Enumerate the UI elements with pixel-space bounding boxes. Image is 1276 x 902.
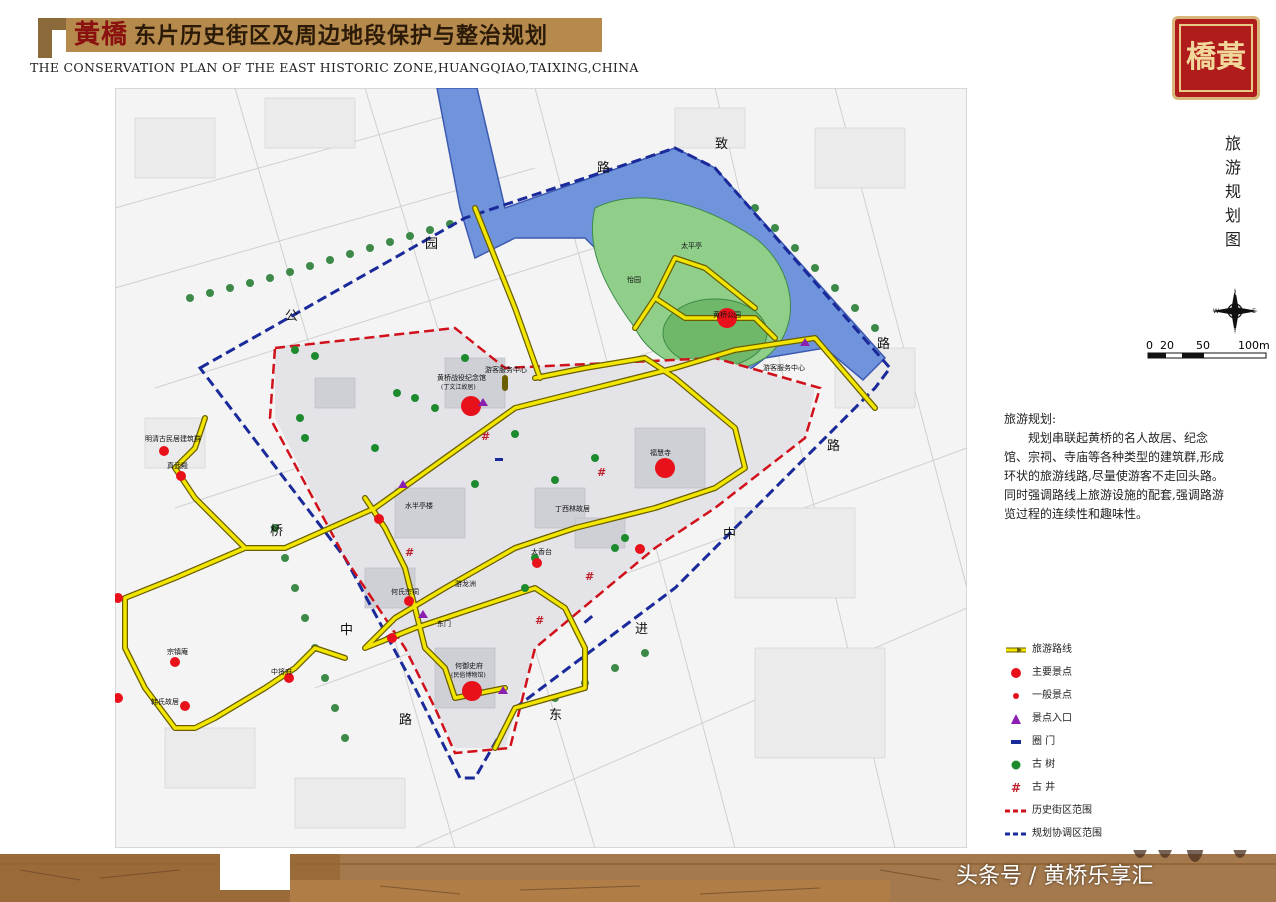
compass-n: N	[1233, 290, 1238, 297]
svg-text:#: #	[585, 570, 594, 583]
page-title: 黃橋 东片历史街区及周边地段保护与整治规划	[74, 18, 548, 52]
label-taiqiting: 太香台	[531, 547, 552, 556]
legend-label-coord: 规划协调区范围	[1032, 828, 1102, 839]
legend-item-gate: 圈 门	[1004, 732, 1102, 752]
road-label-lu-3: 路	[877, 336, 890, 352]
legend-label-entrance: 景点入口	[1032, 713, 1072, 724]
label-dingxijiang: 丁西林故居	[555, 504, 590, 513]
scale-label-100: 100m	[1238, 339, 1270, 352]
legend-item-entrance: 景点入口	[1004, 709, 1102, 729]
compass-e: E	[1252, 308, 1256, 315]
label-hejuhouse-sub: (民俗博物馆)	[451, 671, 486, 679]
watermark-text: 头条号 / 黄桥乐享汇	[956, 864, 1154, 889]
legend-label-minor: 一般景点	[1032, 690, 1072, 701]
title-text: 东片历史街区及周边地段保护与整治规划	[134, 23, 549, 49]
seal-logo: 橋 黃	[1172, 16, 1260, 100]
seal-char-2: 黃	[1216, 40, 1246, 75]
label-mingqing: 明清古民居建筑群	[145, 434, 201, 443]
label-shuiyun: 水半亭楼	[405, 501, 433, 510]
label-hejuhouse: 何御史府	[455, 661, 483, 670]
scale-bar: 0 20 50 100m	[1146, 338, 1270, 365]
road-label-qiao: 桥	[270, 524, 283, 539]
legend-item-route: 旅游路线	[1004, 640, 1102, 660]
legend-item-major: 主要景点	[1004, 663, 1102, 683]
road-label-lu: 路	[399, 712, 412, 728]
road-label-zhong-2: 中	[723, 527, 736, 542]
description-body: 规划串联起黄桥的名人故居、纪念馆、宗祠、寺庙等各种类型的建筑群,形成环状的旅游线…	[1004, 431, 1224, 521]
coordination-boundary-icon	[1004, 824, 1028, 844]
label-hanshi: 韩氏故居	[151, 697, 179, 706]
compass-w: W	[1213, 308, 1219, 315]
seal-char-1: 橋	[1186, 40, 1216, 75]
svg-text:#: #	[405, 546, 414, 559]
road-label-jin: 进	[635, 622, 648, 637]
gate-bar-icon	[1004, 732, 1028, 752]
label-zhongjiangfu: 中将府	[271, 667, 292, 676]
label-fuhuisi: 福慧寺	[650, 448, 671, 457]
label-jinianguan-sub: (丁文江故居)	[441, 383, 476, 391]
svg-text:#: #	[481, 430, 490, 443]
entrance-triangle-icon	[1004, 709, 1028, 729]
legend-label-historic: 历史街区范围	[1032, 805, 1092, 816]
label-zhenwudian: 真武殿	[167, 461, 188, 470]
legend-label-tree: 古 树	[1032, 759, 1056, 770]
scale-label-0: 0	[1146, 339, 1153, 352]
scale-label-20: 20	[1160, 339, 1174, 352]
brand-title: 黃橋	[74, 20, 129, 50]
compass-icon: N S W E	[1212, 288, 1258, 335]
scale-label-50: 50	[1196, 339, 1210, 352]
svg-text:#: #	[597, 466, 606, 479]
label-hoshi: 何氏宗祠	[391, 587, 419, 596]
major-attraction-icon	[1004, 663, 1028, 683]
legend-item-coord: 规划协调区范围	[1004, 824, 1102, 844]
road-label-dong: 东	[549, 708, 562, 723]
road-label-lu-4: 路	[827, 438, 840, 454]
legend-label-major: 主要景点	[1032, 667, 1072, 678]
ancient-well-icon: #	[1010, 781, 1022, 795]
side-title: 旅游规划图	[1225, 134, 1244, 249]
legend-label-route: 旅游路线	[1032, 644, 1072, 655]
ancient-tree-icon	[1004, 755, 1028, 775]
route-arrow-icon	[1004, 640, 1028, 660]
label-gongyuan: 黄桥公园	[713, 310, 741, 319]
description-heading: 旅游规划:	[1004, 412, 1057, 426]
page-subtitle-en: THE CONSERVATION PLAN OF THE EAST HISTOR…	[30, 60, 639, 75]
tourism-description: 旅游规划: 规划串联起黄桥的名人故居、纪念馆、宗祠、寺庙等各种类型的建筑群,形成…	[1004, 410, 1230, 524]
tourism-plan-map: # # # # # 黄桥公园 福慧寺 黄桥战役纪念馆 (丁文江故居) 何御史府 (民俗博…	[115, 88, 967, 848]
legend-label-gate: 圈 门	[1032, 736, 1056, 747]
label-yuke-1: 游客服务中心	[485, 365, 527, 374]
road-label-yuan: 园	[425, 237, 438, 252]
minor-attraction-icon	[1004, 686, 1028, 706]
legend-item-well: # 古 井	[1004, 778, 1102, 798]
label-dongting: 东门	[437, 619, 451, 628]
road-label-lu-2: 路	[597, 160, 610, 176]
label-yuke-2: 游客服务中心	[763, 363, 805, 372]
label-tailulou: 太平亭	[681, 241, 702, 250]
svg-text:#: #	[535, 614, 544, 627]
road-label-zhong: 中	[340, 623, 353, 638]
label-zongjiaan: 宗镇庵	[167, 647, 188, 656]
road-label-gong: 公	[285, 309, 298, 324]
road-label-jiu: 致	[715, 137, 728, 152]
label-jinianguan: 黄桥战役纪念馆	[437, 373, 486, 382]
compass-s: S	[1233, 328, 1237, 335]
map-legend: 旅游路线 主要景点 一般景点 景点入口 圈 门 古 树 # 古 井 历史街区范围…	[1004, 640, 1102, 847]
legend-label-well: 古 井	[1032, 782, 1056, 793]
legend-item-historic: 历史街区范围	[1004, 801, 1102, 821]
label-yiyuan: 怡园	[627, 275, 641, 284]
historic-boundary-icon	[1004, 801, 1028, 821]
label-youlongju: 游龙洲	[455, 579, 476, 588]
legend-item-minor: 一般景点	[1004, 686, 1102, 706]
legend-item-tree: 古 树	[1004, 755, 1102, 775]
